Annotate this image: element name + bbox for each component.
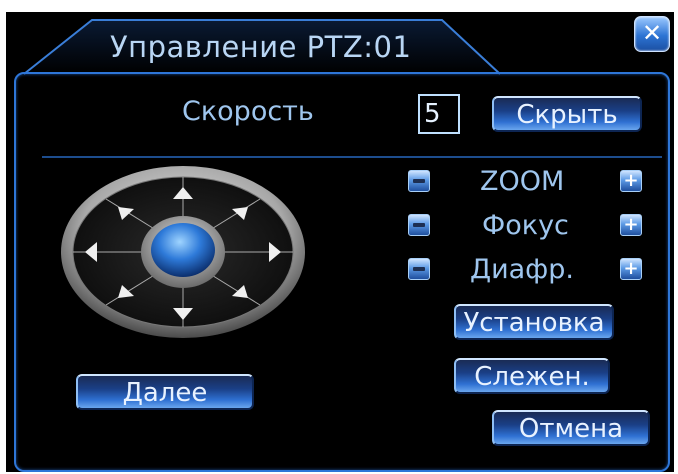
tracking-button[interactable]: Слежен. [454, 358, 610, 394]
speed-input[interactable]: 5 [418, 94, 460, 134]
zoom-minus-button[interactable] [408, 170, 430, 192]
setup-button[interactable]: Установка [454, 304, 614, 340]
focus-label: Фокус [482, 210, 569, 241]
focus-plus-button[interactable]: + [620, 214, 642, 236]
next-button[interactable]: Далее [76, 374, 254, 410]
speed-label: Скорость [182, 96, 314, 127]
zoom-label: ZOOM [480, 166, 565, 197]
iris-minus-button[interactable] [408, 258, 430, 280]
divider [42, 156, 662, 158]
ptz-control-window: Управление PTZ:01 ✕ Скорость 5 Скрыть ZO… [6, 12, 674, 472]
close-icon[interactable]: ✕ [634, 16, 670, 52]
hide-button[interactable]: Скрыть [492, 96, 642, 132]
zoom-plus-button[interactable]: + [620, 170, 642, 192]
title-tab: Управление PTZ:01 [22, 16, 502, 76]
center-button-icon [151, 223, 215, 277]
window-title: Управление PTZ:01 [110, 30, 412, 64]
iris-plus-button[interactable]: + [620, 258, 642, 280]
focus-minus-button[interactable] [408, 214, 430, 236]
cancel-button[interactable]: Отмена [492, 410, 650, 446]
iris-label: Диафр. [470, 254, 574, 285]
ptz-joystick[interactable] [58, 162, 308, 346]
